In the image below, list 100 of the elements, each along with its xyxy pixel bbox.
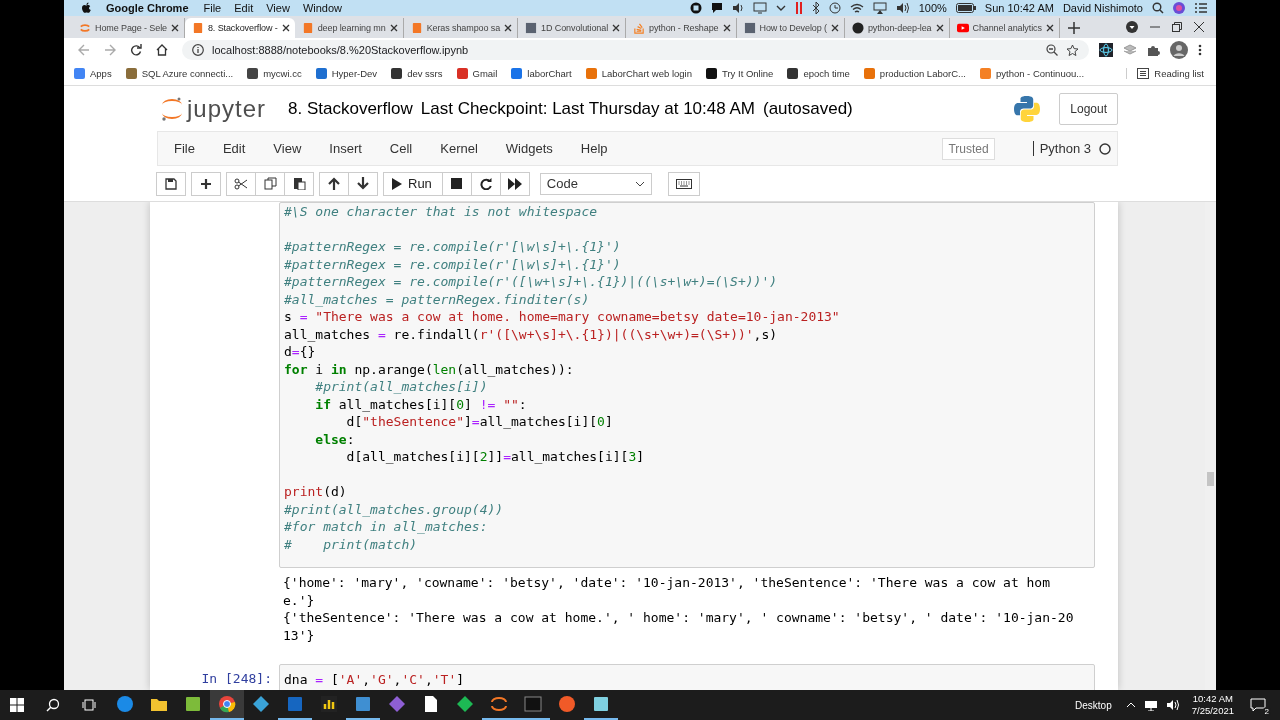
task-view-icon[interactable] bbox=[82, 698, 96, 712]
kernel-name[interactable]: Python 3 bbox=[1032, 141, 1091, 156]
close-icon[interactable] bbox=[830, 24, 839, 32]
bookmark[interactable]: Try It Online bbox=[706, 68, 774, 79]
close-icon[interactable] bbox=[1045, 24, 1054, 32]
list-icon[interactable] bbox=[1194, 2, 1208, 14]
orb-icon[interactable] bbox=[1173, 2, 1185, 14]
reload-icon[interactable] bbox=[130, 44, 142, 56]
message-icon[interactable] bbox=[710, 2, 723, 14]
bookmark[interactable]: mycwi.cc bbox=[247, 68, 302, 79]
logout-button[interactable]: Logout bbox=[1059, 92, 1118, 125]
chevron-icon[interactable] bbox=[775, 4, 786, 12]
close-icon[interactable] bbox=[935, 24, 944, 32]
bookmark[interactable]: Apps bbox=[74, 68, 112, 79]
app-menu[interactable]: Google Chrome bbox=[106, 2, 189, 14]
wifi-icon[interactable] bbox=[849, 2, 864, 14]
atom-icon[interactable] bbox=[1099, 43, 1113, 57]
circle-icon bbox=[851, 22, 864, 34]
notification-center-button[interactable]: 2 bbox=[1244, 698, 1272, 712]
new-tab-icon[interactable] bbox=[1067, 22, 1080, 34]
network-icon[interactable] bbox=[1143, 699, 1158, 711]
star-icon[interactable] bbox=[1066, 43, 1079, 57]
airplay-icon[interactable] bbox=[872, 2, 887, 14]
address-bar[interactable]: localhost:8888/notebooks/8.%20Stackoverflow.ipynb bbox=[182, 40, 1089, 60]
puzzle-icon[interactable] bbox=[1147, 43, 1160, 57]
info-icon[interactable] bbox=[192, 44, 204, 56]
taskbar-date[interactable]: 7/25/2021 bbox=[1191, 705, 1234, 717]
keyboard-shortcuts-button[interactable] bbox=[667, 171, 700, 196]
bluetooth-icon[interactable] bbox=[811, 2, 820, 14]
search-icon[interactable] bbox=[46, 698, 60, 712]
search-icon[interactable] bbox=[1152, 2, 1164, 14]
desktop-toolbar-label[interactable]: Desktop bbox=[1075, 699, 1112, 711]
bookmark[interactable]: production LaborC... bbox=[863, 68, 966, 79]
menu-item[interactable]: Window bbox=[302, 2, 342, 14]
restore-icon[interactable] bbox=[1172, 22, 1182, 32]
close-icon[interactable] bbox=[389, 24, 398, 32]
save-button[interactable] bbox=[156, 171, 186, 196]
more-menu-icon[interactable] bbox=[1198, 44, 1202, 56]
cut-button[interactable] bbox=[226, 171, 256, 196]
volume-icon[interactable] bbox=[895, 2, 910, 14]
menu-item[interactable]: File bbox=[174, 141, 195, 156]
close-icon[interactable] bbox=[170, 24, 179, 32]
jupyter-logo-icon[interactable] bbox=[160, 95, 184, 122]
menu-item[interactable]: Edit bbox=[234, 2, 254, 14]
taskbar-app[interactable] bbox=[210, 690, 244, 720]
run-button[interactable]: Run bbox=[383, 171, 443, 196]
paste-button[interactable] bbox=[284, 171, 314, 196]
bookmark[interactable]: Hyper-Dev bbox=[315, 68, 378, 79]
code-cell-input[interactable] bbox=[279, 202, 1095, 568]
zoom-icon[interactable] bbox=[1046, 44, 1058, 56]
speaker-icon[interactable] bbox=[731, 2, 744, 14]
move-up-button[interactable] bbox=[319, 171, 349, 196]
cell-type-dropdown[interactable]: Code bbox=[539, 172, 652, 195]
reading-list[interactable]: Reading list bbox=[1126, 68, 1204, 79]
run-all-button[interactable] bbox=[499, 171, 530, 196]
menu-item[interactable]: Help bbox=[580, 141, 608, 156]
tab-search-icon[interactable] bbox=[1126, 21, 1138, 33]
apple-icon[interactable] bbox=[81, 2, 92, 14]
bookmark[interactable]: python - Continuou... bbox=[979, 68, 1085, 79]
pause-icon[interactable] bbox=[794, 2, 803, 14]
record-icon[interactable] bbox=[689, 2, 702, 14]
home-icon[interactable] bbox=[156, 44, 168, 56]
close-icon[interactable] bbox=[612, 24, 621, 32]
user-name[interactable]: David Nishimoto bbox=[1062, 2, 1143, 14]
bookmark[interactable]: epoch time bbox=[787, 68, 850, 79]
battery-icon[interactable] bbox=[955, 3, 976, 13]
browser-tab[interactable]: 8. Stackoverflow - bbox=[184, 18, 295, 38]
speaker-icon[interactable] bbox=[1165, 699, 1180, 711]
menu-item[interactable]: File bbox=[203, 2, 222, 14]
menu-item[interactable]: Cell bbox=[389, 141, 413, 156]
display-icon[interactable] bbox=[752, 2, 767, 14]
menu-item[interactable]: Insert bbox=[329, 141, 362, 156]
bookmark[interactable]: SQL Azure connecti... bbox=[125, 68, 234, 79]
chevron-up-icon[interactable] bbox=[1125, 702, 1136, 708]
bookmark[interactable]: dev ssrs bbox=[391, 68, 443, 79]
trusted-indicator[interactable]: Trusted bbox=[942, 137, 995, 160]
menu-item[interactable]: Edit bbox=[222, 141, 246, 156]
bookmark[interactable]: Gmail bbox=[456, 68, 498, 79]
clock-icon[interactable] bbox=[828, 2, 841, 14]
bookmark[interactable]: LaborChart web login bbox=[585, 68, 692, 79]
code-cell-input[interactable]: dna = ['A','G','C','T'] bbox=[279, 664, 1095, 690]
close-icon[interactable] bbox=[1194, 22, 1204, 32]
menu-item[interactable]: View bbox=[273, 141, 302, 156]
close-icon[interactable] bbox=[281, 24, 290, 32]
close-icon[interactable] bbox=[722, 24, 731, 32]
close-icon[interactable] bbox=[504, 24, 513, 32]
avatar-icon[interactable] bbox=[1170, 41, 1188, 59]
windows-start-icon[interactable] bbox=[10, 698, 24, 712]
insert-cell-button[interactable] bbox=[191, 171, 221, 196]
menu-item[interactable]: Kernel bbox=[440, 141, 478, 156]
taskbar-time[interactable]: 10:42 AM bbox=[1192, 693, 1233, 705]
bookmark[interactable]: laborChart bbox=[511, 68, 572, 79]
move-down-button[interactable] bbox=[348, 171, 378, 196]
notebook-name[interactable]: 8. Stackoverflow bbox=[288, 98, 413, 119]
restart-button[interactable] bbox=[470, 171, 501, 196]
menu-item[interactable]: View bbox=[266, 2, 290, 14]
menu-bar-clock[interactable]: Sun 10:42 AM bbox=[984, 2, 1054, 14]
menu-item[interactable]: Widgets bbox=[505, 141, 553, 156]
stop-button[interactable] bbox=[441, 171, 472, 196]
jupyter-wordmark[interactable]: jupyter bbox=[187, 94, 267, 123]
